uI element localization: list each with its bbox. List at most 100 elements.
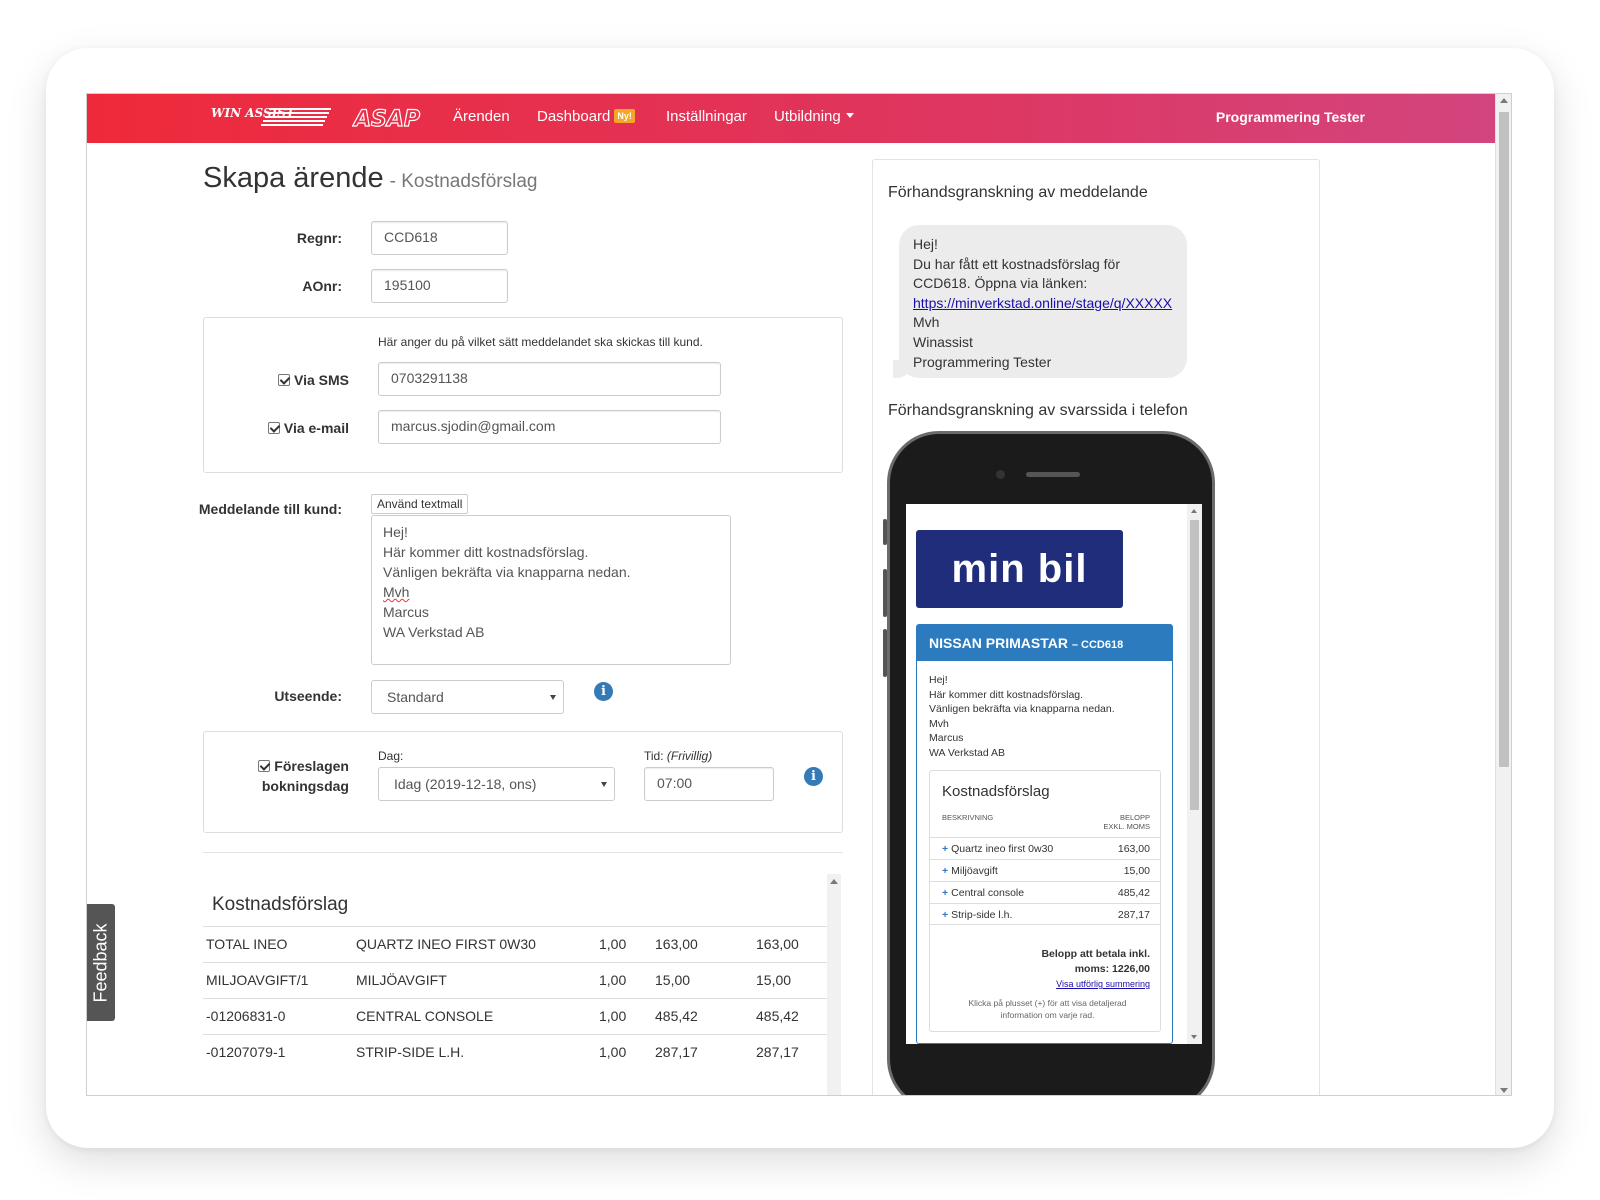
regnr-label: Regnr: (296, 230, 342, 246)
regnr-input[interactable]: CCD618 (371, 221, 508, 255)
message-line: Marcus (383, 604, 429, 620)
cell-price: 287,17 (655, 1044, 698, 1060)
logo-win-text: WIN ASSIST (211, 106, 296, 120)
cell-code: -01206831-0 (206, 1008, 286, 1024)
dropdown-arrow-icon (550, 695, 556, 700)
scroll-up-icon[interactable] (830, 879, 838, 884)
expand-plus-icon[interactable]: + (942, 843, 948, 855)
scroll-thumb[interactable] (1190, 520, 1199, 810)
cost-estimate-table: TOTAL INEO QUARTZ INEO FIRST 0W30 1,00 1… (203, 926, 827, 1070)
preview-link[interactable]: https://minverkstad.online/stage/q/XXXXX (913, 295, 1172, 311)
time-input[interactable]: 07:00 (644, 767, 774, 801)
expand-plus-icon[interactable]: + (942, 909, 948, 921)
scroll-down-icon[interactable] (1500, 1088, 1508, 1093)
user-menu[interactable]: Programmering Tester (1216, 109, 1365, 125)
scroll-thumb[interactable] (1499, 112, 1509, 767)
info-icon[interactable]: i (804, 767, 823, 786)
table-row[interactable]: -01206831-0 CENTRAL CONSOLE 1,00 485,42 … (203, 998, 827, 1034)
booking-label-line2: bokningsdag (261, 778, 349, 794)
table-scrollbar[interactable] (827, 874, 841, 1095)
row-amount: 287,17 (1117, 909, 1150, 921)
nav-dashboard-label: Dashboard (537, 108, 611, 125)
phone-cost-row[interactable]: + Quartz ineo first 0w30 163,00 (930, 837, 1160, 859)
phone-volume-down-button (883, 629, 887, 677)
cell-code: -01207079-1 (206, 1044, 286, 1060)
row-amount: 163,00 (1117, 843, 1150, 855)
cell-sum: 485,42 (756, 1008, 799, 1024)
time-label-text: Tid: (644, 749, 664, 763)
email-checkbox-label[interactable]: Via e-mail (237, 420, 349, 436)
email-label-text: Via e-mail (283, 420, 349, 436)
info-icon[interactable]: i (594, 682, 613, 701)
sms-checkbox-label[interactable]: Via SMS (237, 372, 349, 388)
message-line: Hej! (383, 524, 408, 540)
bubble-line: Hej! (913, 236, 938, 252)
summary-link[interactable]: Visa utförlig summering (1056, 979, 1150, 989)
cell-description: QUARTZ INEO FIRST 0W30 (356, 936, 536, 952)
message-line: Här kommer ditt kostnadsförslag. (383, 544, 589, 560)
phone-total: Belopp att betala inkl. moms: 1226,00 (1010, 947, 1150, 977)
phone-cost-title: Kostnadsförslag (942, 783, 1050, 800)
winassist-logo[interactable]: WIN ASSIST (207, 105, 335, 131)
nav-installningar[interactable]: Inställningar (666, 108, 747, 125)
phone-cost-row[interactable]: + Central console 485,42 (930, 881, 1160, 903)
use-template-button[interactable]: Använd textmall (371, 494, 469, 514)
phone-scrollbar[interactable] (1187, 504, 1202, 1044)
row-amount: 15,00 (1123, 865, 1150, 877)
phone-cost-row[interactable]: + Miljöavgift 15,00 (930, 859, 1160, 881)
cell-quantity: 1,00 (599, 1044, 627, 1060)
booking-checkbox[interactable] (258, 760, 271, 772)
message-line: Mvh (383, 584, 410, 600)
phone-mute-button (883, 519, 887, 545)
message-preview-title: Förhandsgranskning av meddelande (888, 184, 1148, 201)
sms-checkbox[interactable] (278, 374, 290, 386)
nav-dashboard[interactable]: Dashboard Ny! (537, 108, 635, 125)
table-row[interactable]: MILJOAVGIFT/1 MILJÖAVGIFT 1,00 15,00 15,… (203, 962, 827, 998)
scroll-up-icon[interactable] (1191, 509, 1197, 513)
dropdown-arrow-icon (601, 782, 607, 787)
cell-price: 15,00 (655, 972, 691, 988)
phone-cost-row[interactable]: + Strip-side l.h. 287,17 (930, 903, 1160, 925)
bubble-line: CCD618. Öppna via länken: (913, 275, 1088, 292)
scroll-down-icon[interactable] (1191, 1035, 1197, 1039)
message-label: Meddelande till kund: (198, 501, 342, 517)
feedback-label: Feedback (90, 922, 111, 1003)
nav-utbildning[interactable]: Utbildning (774, 108, 854, 125)
bubble-line: Winassist (913, 333, 973, 350)
day-select-value: Idag (2019-12-18, ons) (394, 776, 537, 792)
total-line2: moms: 1226,00 (1074, 963, 1150, 975)
expand-plus-icon[interactable]: + (942, 865, 948, 877)
booking-checkbox-label[interactable]: Föreslagen bokningsdag (237, 756, 349, 796)
asap-logo[interactable]: ASAP (352, 103, 434, 133)
table-row[interactable]: -01207079-1 STRIP-SIDE L.H. 1,00 287,17 … (203, 1034, 827, 1070)
cell-quantity: 1,00 (599, 972, 627, 988)
cell-code: MILJOAVGIFT/1 (206, 972, 309, 988)
column-description-header: BESKRIVNING (942, 813, 994, 822)
nav-arenden[interactable]: Ärenden (453, 108, 510, 125)
feedback-tab[interactable]: Feedback (87, 904, 115, 1021)
min-bil-logo: min bil (916, 530, 1123, 608)
page-scrollbar[interactable] (1495, 94, 1511, 1095)
phone-note: Klicka på plusset (+) för att visa detal… (968, 998, 1127, 1020)
email-input[interactable]: marcus.sjodin@gmail.com (378, 410, 721, 444)
cell-description: CENTRAL CONSOLE (356, 1008, 494, 1024)
phone-cost-estimate: Kostnadsförslag BESKRIVNING BELOPP EXKL. … (929, 770, 1161, 1032)
browser-frame: WIN ASSIST ASAP Ärenden Dashboard Ny! Ins… (86, 93, 1512, 1096)
vehicle-regnr: – CCD618 (1071, 639, 1124, 651)
aonr-input[interactable]: 195100 (371, 269, 508, 303)
scroll-up-icon[interactable] (1500, 98, 1508, 103)
column-amount-sub: EXKL. MOMS (1103, 822, 1150, 831)
table-row[interactable]: TOTAL INEO QUARTZ INEO FIRST 0W30 1,00 1… (203, 926, 827, 962)
expand-plus-icon[interactable]: + (942, 887, 948, 899)
day-select[interactable]: Idag (2019-12-18, ons) (378, 767, 615, 801)
cell-description: MILJÖAVGIFT (356, 972, 447, 988)
cell-quantity: 1,00 (599, 936, 627, 952)
bubble-line: Du har fått ett kostnadsförslag för (913, 255, 1120, 272)
sms-label-text: Via SMS (294, 372, 349, 388)
message-line: WA Verkstad AB (383, 624, 485, 640)
sms-input[interactable]: 0703291138 (378, 362, 721, 396)
email-checkbox[interactable] (267, 422, 280, 434)
phone-preview-title: Förhandsgranskning av svarssida i telefo… (888, 402, 1188, 419)
appearance-select[interactable]: Standard (371, 680, 564, 714)
message-textarea[interactable]: Hej! Här kommer ditt kostnadsförslag. Vä… (371, 515, 731, 665)
